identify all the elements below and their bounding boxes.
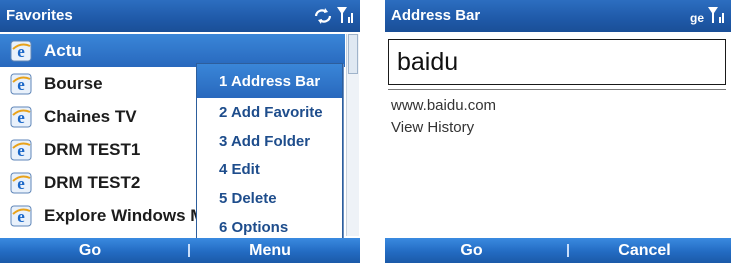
favorite-label: DRM TEST2: [44, 172, 141, 192]
internet-explorer-icon: e: [10, 40, 32, 61]
popup-menu: 1 Address Bar 2 Add Favorite 3 Add Folder 4…: [196, 63, 343, 241]
status-icons: [313, 5, 354, 25]
address-bar-screen: Address Bar ge www.baidu.comView History…: [385, 0, 731, 263]
title-bar: Favorites: [0, 0, 360, 32]
cancel-softkey[interactable]: Cancel: [558, 238, 731, 263]
go-softkey[interactable]: Go: [0, 238, 180, 263]
menu-item[interactable]: 5 Delete: [197, 184, 342, 213]
window-title: Favorites: [6, 7, 73, 24]
favorite-label: Explore Windows Mo: [44, 205, 215, 225]
go-softkey[interactable]: Go: [385, 238, 558, 263]
favorite-label: Actu: [44, 40, 82, 60]
sync-icon: [314, 8, 332, 24]
menu-item[interactable]: 2 Add Favorite: [197, 98, 342, 127]
suggestion-item[interactable]: View History: [391, 117, 496, 139]
address-input[interactable]: [388, 39, 726, 85]
internet-explorer-icon: e: [10, 106, 32, 127]
internet-explorer-icon: e: [10, 172, 32, 193]
network-status-text: ge: [689, 11, 704, 25]
menu-item[interactable]: 1 Address Bar: [197, 64, 342, 98]
favorite-label: DRM TEST1: [44, 139, 141, 159]
internet-explorer-icon: e: [10, 73, 32, 94]
softkey-bar: Go Cancel: [385, 238, 731, 263]
title-bar: Address Bar ge: [385, 0, 731, 32]
favorite-label: Chaines TV: [44, 106, 137, 126]
scrollbar-thumb[interactable]: [348, 34, 358, 74]
favorites-screen: Favorites e Actu e Bourse e Chaines TV e DRM TE…: [0, 0, 360, 263]
menu-item[interactable]: 4 Edit: [197, 155, 342, 184]
signal-strength-icon: [337, 7, 353, 23]
internet-explorer-icon: e: [10, 139, 32, 160]
suggestion-list: www.baidu.com View History: [391, 95, 496, 139]
scrollbar[interactable]: [346, 34, 359, 236]
divider: [388, 89, 726, 90]
signal-strength-icon: [708, 7, 724, 23]
menu-item[interactable]: 3 Add Folder: [197, 127, 342, 156]
menu-softkey[interactable]: Menu: [180, 238, 360, 263]
window-title: Address Bar: [391, 7, 481, 24]
softkey-bar: Go Menu: [0, 238, 360, 263]
favorite-label: Bourse: [44, 73, 103, 93]
internet-explorer-icon: e: [10, 205, 32, 226]
suggestion-item[interactable]: www.baidu.com: [391, 95, 496, 117]
status-icons: ge: [690, 5, 725, 25]
